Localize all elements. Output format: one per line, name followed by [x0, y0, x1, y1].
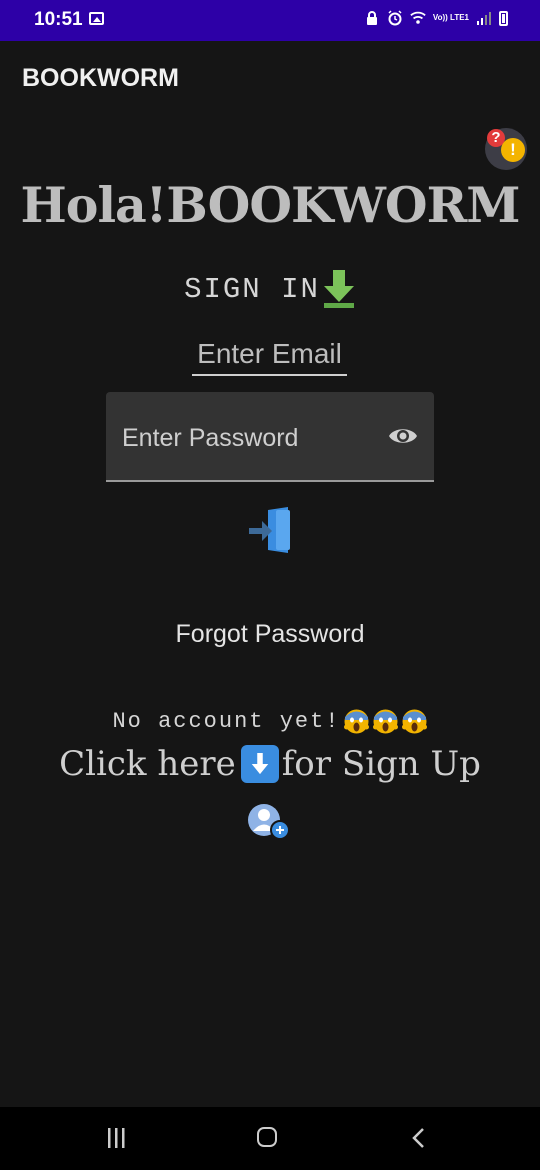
signin-header: SIGN IN: [0, 268, 540, 310]
screaming-face-icon: [401, 709, 427, 734]
no-account-row: No account yet!: [0, 708, 540, 735]
green-down-arrow-icon: [323, 270, 354, 308]
gallery-notification-icon: [89, 12, 104, 25]
signup-prefix: Click here: [59, 744, 236, 784]
alarm-icon: [388, 10, 402, 26]
wifi-icon: [410, 11, 426, 24]
signup-suffix: for Sign Up: [281, 744, 481, 784]
warning-icon: !: [501, 138, 525, 162]
password-field-container[interactable]: [106, 392, 434, 482]
system-nav-bar: [0, 1107, 540, 1170]
recent-apps-icon[interactable]: [106, 1128, 126, 1148]
screaming-face-icon: [343, 709, 369, 734]
battery-icon: [499, 10, 508, 26]
password-field[interactable]: [122, 420, 372, 456]
lock-icon: [366, 11, 377, 25]
blue-down-arrow-icon: [240, 745, 279, 783]
forgot-password-link[interactable]: Forgot Password: [0, 620, 540, 649]
status-bar: 10:51 Vo)) LTE1: [0, 0, 540, 41]
screaming-face-icon: [372, 709, 398, 734]
email-field[interactable]: [192, 334, 347, 376]
home-icon[interactable]: [257, 1127, 277, 1147]
eye-icon[interactable]: [388, 425, 418, 447]
hero-title: Hola!BOOKWORM: [20, 176, 520, 234]
back-icon[interactable]: [410, 1127, 428, 1149]
login-button[interactable]: [246, 506, 294, 556]
add-user-icon[interactable]: [246, 800, 294, 844]
no-account-text: No account yet!: [112, 709, 341, 734]
help-warning-button[interactable]: ? !: [485, 128, 527, 170]
signal-icon: [477, 12, 491, 25]
app-title: BOOKWORM: [22, 64, 179, 92]
status-icons: Vo)) LTE1: [364, 10, 508, 26]
network-label: Vo)) LTE1: [432, 13, 469, 22]
signup-link[interactable]: Click here for Sign Up: [0, 744, 540, 784]
signin-label: SIGN IN: [184, 272, 320, 306]
status-time: 10:51: [34, 9, 83, 30]
